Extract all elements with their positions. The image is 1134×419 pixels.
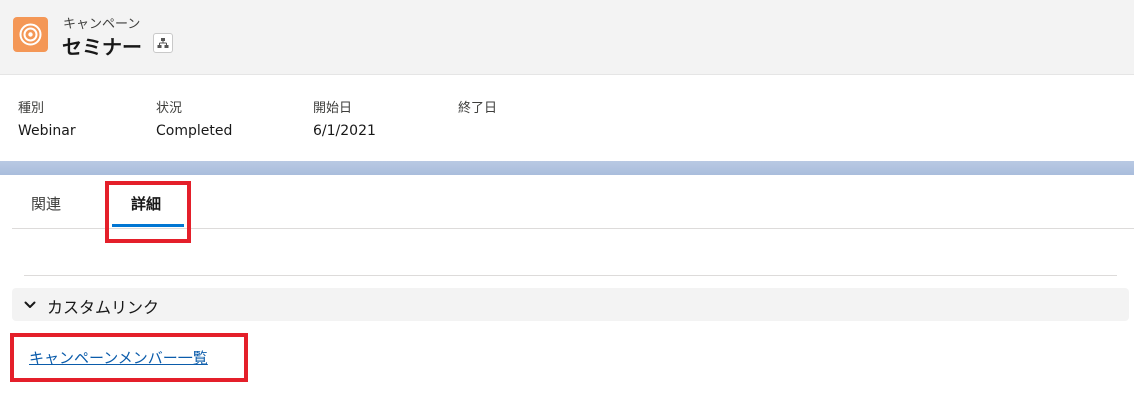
- section-divider: [24, 275, 1117, 276]
- tab-related[interactable]: 関連: [31, 193, 61, 214]
- custom-links-section-header[interactable]: カスタムリンク: [12, 288, 1129, 321]
- section-title: カスタムリンク: [47, 298, 160, 317]
- object-type-label: キャンペーン: [63, 17, 141, 32]
- record-header: キャンペーン セミナー: [0, 0, 1134, 75]
- highlights-panel: 種別 Webinar 状況 Completed 開始日 6/1/2021 終了日: [0, 75, 1134, 161]
- field-label: 状況: [156, 101, 183, 116]
- chevron-down-icon: [24, 301, 36, 308]
- field-label: 種別: [18, 101, 45, 116]
- record-title: セミナー: [62, 35, 142, 59]
- field-end-date: 終了日: [458, 97, 497, 123]
- field-start-date: 開始日 6/1/2021: [313, 97, 376, 139]
- annotation-box-details-tab: [105, 181, 191, 243]
- field-status: 状況 Completed: [156, 97, 232, 139]
- hierarchy-icon: [157, 38, 169, 48]
- field-type: 種別 Webinar: [18, 97, 76, 139]
- annotation-box-custom-link: [10, 333, 248, 382]
- hierarchy-button[interactable]: [153, 33, 173, 53]
- field-label: 開始日: [313, 101, 353, 116]
- campaign-target-icon: [13, 17, 48, 52]
- field-value: 6/1/2021: [313, 123, 376, 139]
- field-value: Completed: [156, 123, 233, 139]
- decorative-band: [0, 161, 1134, 175]
- field-value: Webinar: [18, 123, 76, 139]
- field-label: 終了日: [458, 101, 498, 116]
